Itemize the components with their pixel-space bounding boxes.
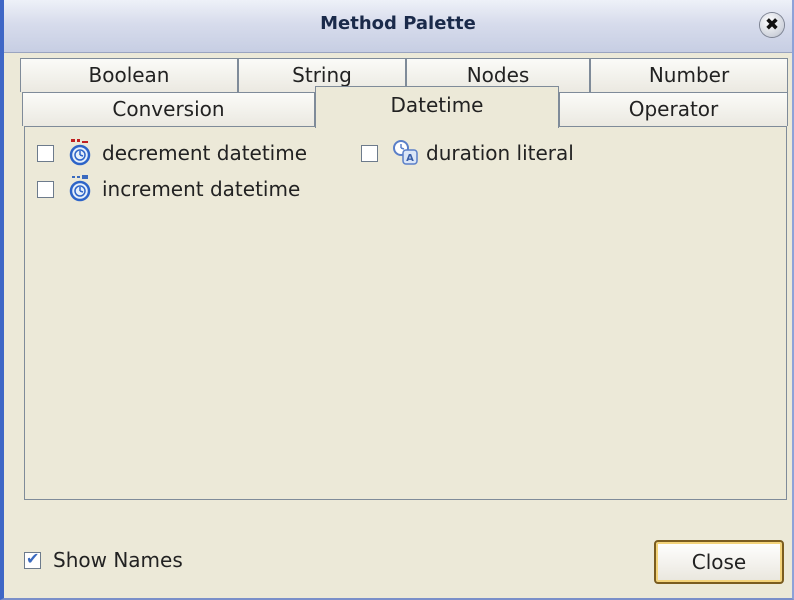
stopwatch-increment-icon <box>68 175 92 203</box>
method-list-panel: decrement datetime A duration literal in… <box>24 126 787 500</box>
title-bar[interactable]: Method Palette ✖ <box>4 0 792 53</box>
method-label: increment datetime <box>102 177 301 201</box>
method-label: decrement datetime <box>102 141 308 165</box>
checkbox[interactable] <box>37 144 54 162</box>
method-palette-window: Method Palette ✖ Boolean String Nodes Nu… <box>0 0 794 600</box>
close-icon[interactable]: ✖ <box>760 13 784 37</box>
checkbox[interactable] <box>361 144 378 162</box>
method-item-duration-literal[interactable]: A duration literal <box>361 137 574 169</box>
close-button[interactable]: Close <box>654 540 784 584</box>
tab-conversion[interactable]: Conversion <box>22 92 315 126</box>
tab-boolean[interactable]: Boolean <box>20 58 238 92</box>
duration-literal-icon: A <box>392 139 418 167</box>
window-title: Method Palette <box>320 13 476 34</box>
checkbox[interactable]: ✔ <box>24 548 41 569</box>
tab-strip: Boolean String Nodes Number Conversion D… <box>4 52 792 128</box>
tab-operator[interactable]: Operator <box>559 92 788 126</box>
stopwatch-decrement-icon <box>68 139 92 167</box>
checkmark-icon: ✔ <box>26 548 40 568</box>
tab-datetime[interactable]: Datetime <box>315 86 559 128</box>
show-names-label: Show Names <box>53 548 183 572</box>
method-item-decrement-datetime[interactable]: decrement datetime <box>37 137 307 169</box>
method-item-increment-datetime[interactable]: increment datetime <box>37 173 300 205</box>
svg-text:A: A <box>406 153 414 164</box>
show-names-checkbox[interactable]: ✔ Show Names <box>24 548 183 572</box>
checkbox[interactable] <box>37 180 54 198</box>
tab-number[interactable]: Number <box>590 58 788 92</box>
footer: ✔ Show Names Close <box>4 502 792 598</box>
method-label: duration literal <box>426 141 574 165</box>
